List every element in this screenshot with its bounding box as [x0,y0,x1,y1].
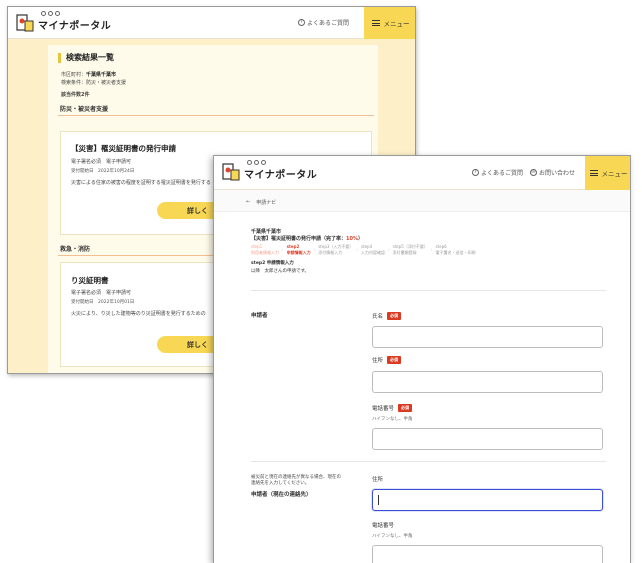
section-emergency: 救急・消防 [60,246,91,253]
applicant-group-label: 申請者 [251,313,268,319]
current-phone-input[interactable] [372,545,603,563]
step-6: step6 電子署名・送信・印刷 [435,244,476,255]
card-date: 受付開始日 2022年10月24日 [71,169,135,174]
card-tags: 電子署名必須 電子申請可 [71,159,132,165]
phone-input[interactable] [372,428,603,450]
name-input[interactable] [372,326,603,348]
form-divider [251,290,606,291]
step-subtitle: 以降 太郎さんの申請です。 [251,269,310,274]
step-arrow-icon: › [313,247,316,252]
current-phone-label: 電話番号 [372,523,395,529]
step-1: step1 利用者情報入力 [251,244,279,255]
required-badge: 必須 [398,404,413,412]
address-input[interactable] [372,371,603,393]
application-form-window: マイナポータル ? よくあるご質問 ✉ お問い合わせ メニュー ← 申請ナビ 千… [213,155,631,563]
step-arrow-icon: › [356,247,359,252]
contact-note: 被災前と現在の連絡先が異なる場合、現在の 連絡先を入力してください。 [251,475,341,486]
question-icon: ? [472,169,479,176]
municipality-name: 千葉県千葉市 [251,229,282,235]
card-date: 受付開始日 2022年10月01日 [71,300,135,305]
step-arrow-icon: › [282,247,284,252]
card-desc: 火災により、り災した建物等のり災証明書を発行するための [71,311,206,317]
back-header: マイナポータル ? よくあるご質問 メニュー [8,7,415,39]
text-caret [378,495,379,505]
card-desc: 災害による住家の被害の程度を証明する罹災証明書を発行する [71,180,211,186]
municipality-meta: 市区町村：千葉県千葉市 [61,72,117,78]
step-arrow-icon: › [388,247,390,252]
current-address-label: 住所 [372,477,384,483]
front-header: マイナポータル ? よくあるご質問 ✉ お問い合わせ メニュー [214,156,630,190]
mail-icon: ✉ [530,169,537,176]
step-arrow-icon: › [430,247,433,252]
step-progress: step1 利用者情報入力 › step2 申請情報入力 › step3（入力不要）… [251,244,475,255]
result-count: 該当件数2件 [61,92,90,98]
page-title: 検索結果一覧 [58,53,114,63]
logo-text: マイナポータル [244,170,318,181]
menu-button[interactable]: メニュー [585,156,630,190]
required-badge: 必須 [387,312,402,320]
step-2: step2 申請情報入力 [286,244,311,255]
section-disaster: 防災・被災者支援 [60,106,109,113]
logo-dots [41,11,60,16]
card-tags: 電子署名必須 電子申請可 [71,290,132,296]
address-label: 住所 必須 [372,356,402,364]
portal-logo-icon [16,14,34,32]
hamburger-icon [589,170,598,176]
step-4: step4 入力内容確認 [361,244,386,255]
navigation-band [214,190,630,212]
faq-link[interactable]: ? よくあるご質問 [472,168,523,177]
hamburger-icon [371,20,380,26]
portal-logo-icon [222,163,240,181]
current-contact-group-label: 申請者（現在の連絡先） [251,492,312,498]
logo-text: マイナポータル [38,21,112,32]
section-divider [58,115,374,116]
application-name: 【災害】罹災証明書の発行申請（完了率：10%） [251,236,363,242]
contact-link[interactable]: ✉ お問い合わせ [530,168,575,177]
arrow-left-icon: ← [246,199,251,205]
step-title: step2 申請情報入力 [251,261,294,266]
step-5: step5（添付不要） 添付書類登録 [392,244,428,255]
current-phone-help: ハイフンなし、半角 [372,534,413,539]
required-badge: 必須 [387,356,402,364]
back-to-navi-link[interactable]: ← 申請ナビ [246,199,276,206]
card-title[interactable]: り災証明書 [71,275,109,286]
phone-label: 電話番号 必須 [372,404,413,412]
current-address-input[interactable] [372,489,603,511]
menu-button[interactable]: メニュー [364,7,415,39]
logo-dots [247,160,266,165]
question-icon: ? [298,19,305,26]
card-title[interactable]: 【災害】罹災証明書の発行申請 [71,143,176,154]
phone-help: ハイフンなし、半角 [372,417,413,422]
form-divider [251,461,606,462]
step-3: step3（入力不要） 添付情報入力 [318,244,354,255]
condition-meta: 検索条件：防災・被災者支援 [61,80,127,86]
name-label: 氏名 必須 [372,312,402,320]
faq-link[interactable]: ? よくあるご質問 [298,18,349,27]
